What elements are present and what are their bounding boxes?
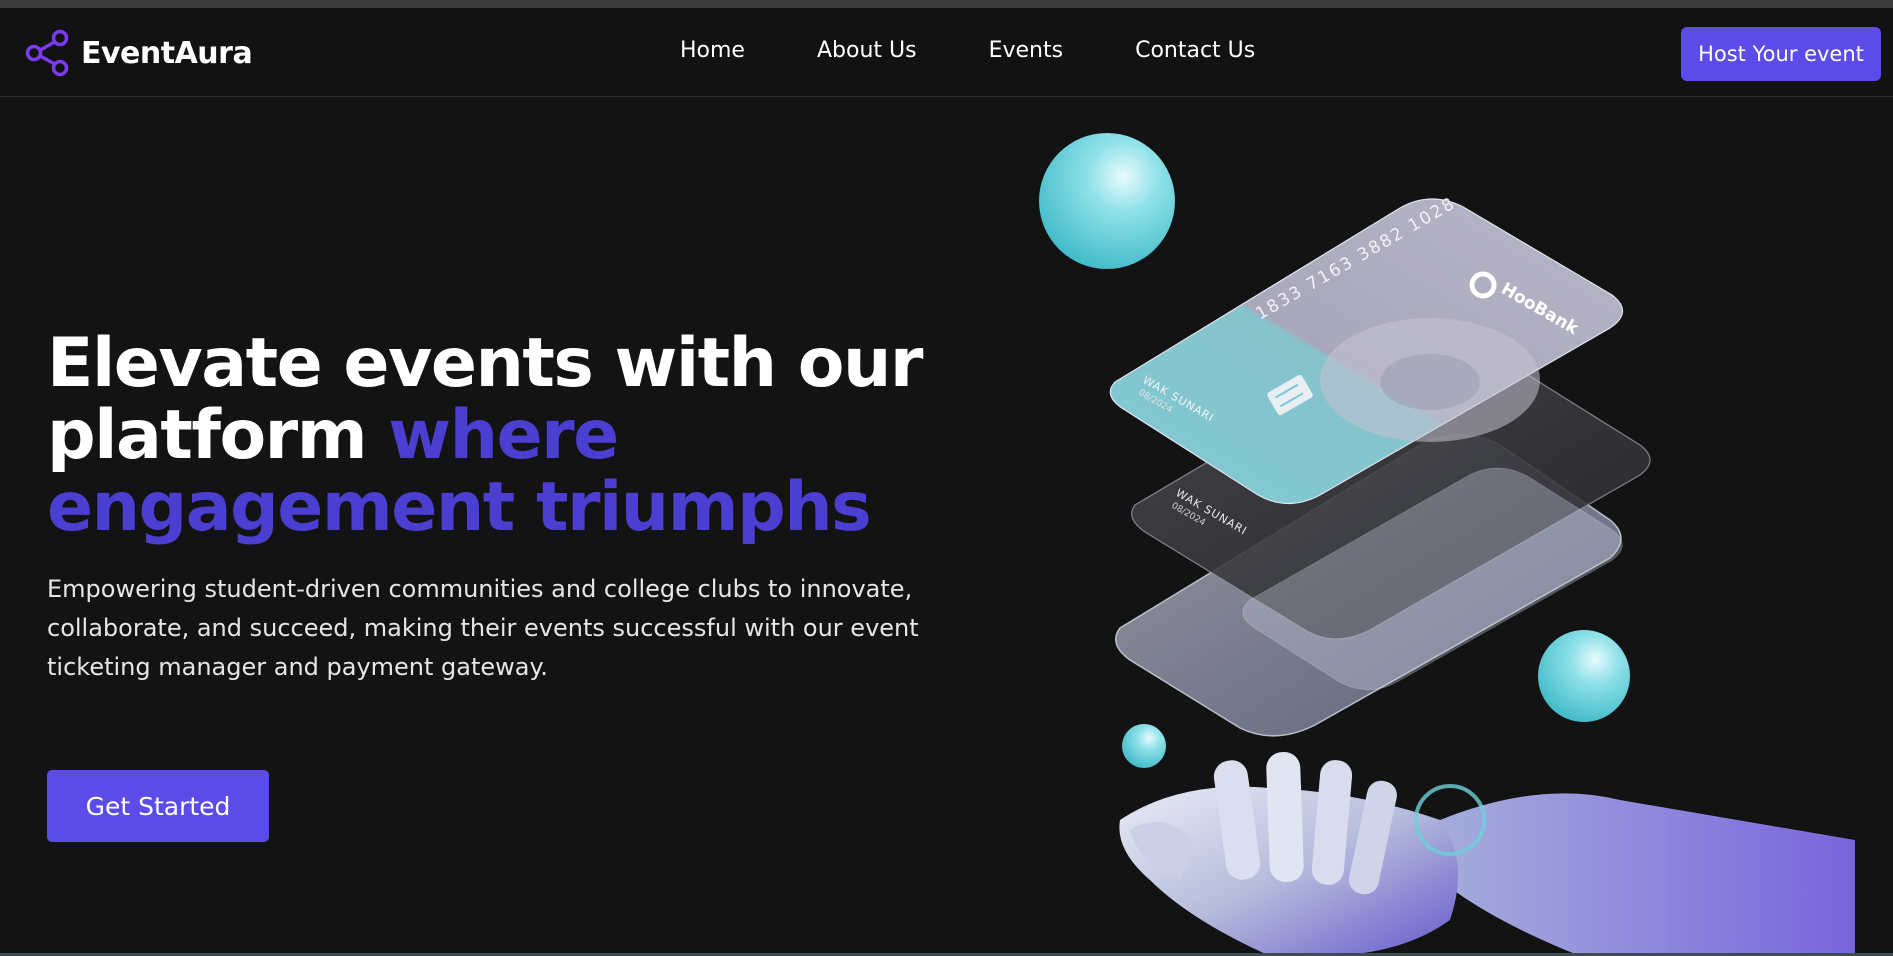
main-nav: Home About Us Events Contact Us: [680, 38, 1255, 63]
nav-link-contact-us[interactable]: Contact Us: [1135, 38, 1255, 63]
hero-title-line1: Elevate events with our: [47, 324, 923, 403]
hero-title-line2-plain: platform: [47, 396, 368, 475]
window-top-strip: [0, 0, 1893, 8]
cards-and-robot-hand-illustration: 1833 7163 3882 1028 HooBank WAK SUNARI 0…: [1039, 133, 1855, 956]
sphere-small: [1122, 724, 1166, 768]
nav-link-home[interactable]: Home: [680, 38, 745, 63]
host-your-event-button[interactable]: Host Your event: [1681, 27, 1881, 81]
hero-illustration: 1833 7163 3882 1028 HooBank WAK SUNARI 0…: [1020, 120, 1880, 956]
hero-title-line3-accent: engagement triumphs: [47, 468, 872, 547]
robot-hand: [1119, 751, 1855, 956]
hero-subtitle: Empowering student-driven communities an…: [47, 575, 919, 681]
sphere-large: [1039, 133, 1175, 269]
share-nodes-icon: [25, 29, 69, 77]
navbar: EventAura Home About Us Events Contact U…: [0, 8, 1893, 97]
sphere-medium: [1538, 630, 1630, 722]
nav-link-about-us[interactable]: About Us: [817, 38, 917, 63]
hero-title-line2-accent: where: [388, 396, 619, 475]
nav-link-events[interactable]: Events: [989, 38, 1064, 63]
brand-name: EventAura: [81, 35, 253, 71]
hero-title: Elevate events with our platform where e…: [47, 328, 947, 544]
get-started-button[interactable]: Get Started: [47, 770, 269, 842]
brand-logo[interactable]: EventAura: [23, 28, 253, 78]
